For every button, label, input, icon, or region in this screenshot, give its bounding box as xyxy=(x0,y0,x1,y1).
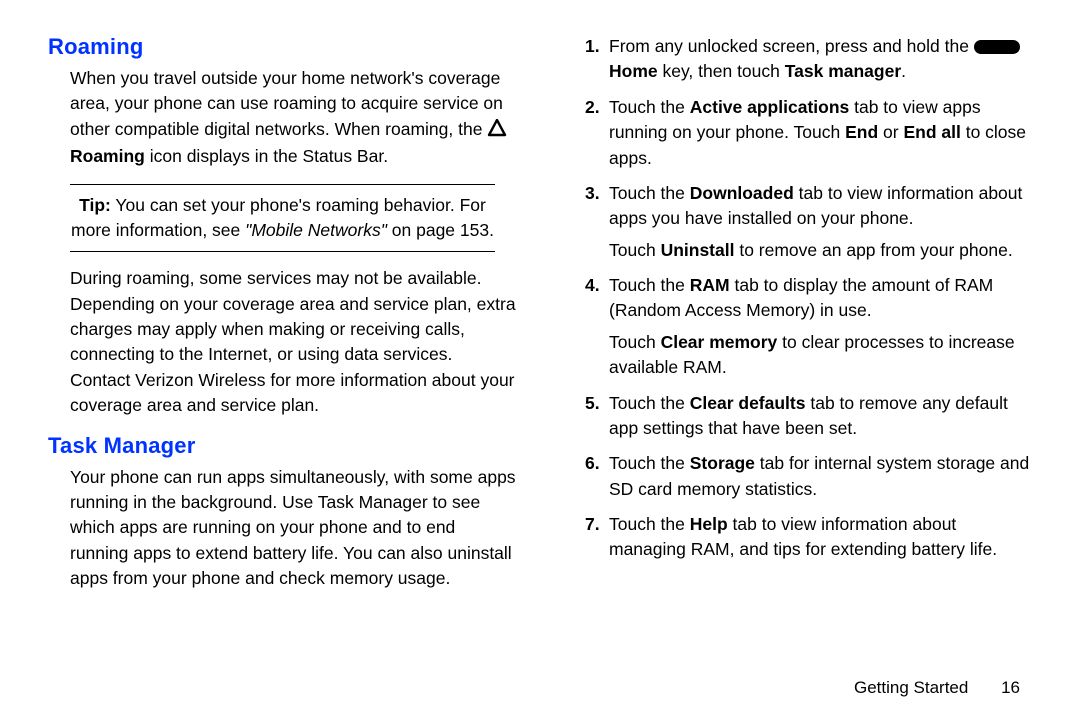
text: Touch xyxy=(609,332,661,352)
step-number: 5. xyxy=(585,391,609,442)
step-number: 4. xyxy=(585,273,609,381)
text: End xyxy=(845,122,878,142)
text: Task manager xyxy=(785,61,901,81)
tip-roaming: Tip: You can set your phone's roaming be… xyxy=(70,184,495,253)
text: icon displays in the Status Bar. xyxy=(145,146,388,166)
text: Touch the xyxy=(609,97,690,117)
text: Touch xyxy=(609,240,661,260)
text: to remove an app from your phone. xyxy=(734,240,1012,260)
step-7: 7. Touch the Help tab to view informatio… xyxy=(585,512,1032,563)
page-footer: Getting Started 16 xyxy=(854,678,1020,698)
text: Clear memory xyxy=(661,332,778,352)
step-6: 6. Touch the Storage tab for internal sy… xyxy=(585,451,1032,502)
text: on page 153. xyxy=(387,220,494,240)
text: Roaming xyxy=(70,146,145,166)
roaming-icon xyxy=(487,119,507,144)
step-number: 3. xyxy=(585,181,609,263)
text: Touch the xyxy=(609,514,690,534)
home-key-icon xyxy=(974,40,1020,54)
text: When you travel outside your home networ… xyxy=(70,68,503,139)
text: Downloaded xyxy=(690,183,794,203)
task-manager-intro: Your phone can run apps simultaneously, … xyxy=(70,465,517,592)
text: Touch the xyxy=(609,183,690,203)
step-4: 4. Touch the RAM tab to display the amou… xyxy=(585,273,1032,381)
text: Touch the xyxy=(609,453,690,473)
text: Touch the xyxy=(609,393,690,413)
step-2: 2. Touch the Active applications tab to … xyxy=(585,95,1032,171)
text: Help xyxy=(690,514,728,534)
text: . xyxy=(901,61,906,81)
cross-ref: "Mobile Networks" xyxy=(245,220,387,240)
step-number: 7. xyxy=(585,512,609,563)
step-1: 1. From any unlocked screen, press and h… xyxy=(585,34,1032,85)
heading-roaming: Roaming xyxy=(48,34,517,60)
text: RAM xyxy=(690,275,730,295)
task-manager-steps: 1. From any unlocked screen, press and h… xyxy=(585,34,1032,563)
text: From any unlocked screen, press and hold… xyxy=(609,36,974,56)
page-number: 16 xyxy=(1001,678,1020,697)
step-number: 6. xyxy=(585,451,609,502)
text: Touch the xyxy=(609,275,690,295)
text: Uninstall xyxy=(661,240,735,260)
text: Home xyxy=(609,61,658,81)
tip-label: Tip: xyxy=(79,195,111,215)
text: key, then touch xyxy=(658,61,785,81)
text: End all xyxy=(903,122,960,142)
step-3: 3. Touch the Downloaded tab to view info… xyxy=(585,181,1032,263)
text: Clear defaults xyxy=(690,393,806,413)
heading-task-manager: Task Manager xyxy=(48,433,517,459)
text: or xyxy=(878,122,903,142)
roaming-details: During roaming, some services may not be… xyxy=(70,266,517,418)
step-5: 5. Touch the Clear defaults tab to remov… xyxy=(585,391,1032,442)
roaming-intro: When you travel outside your home networ… xyxy=(70,66,517,170)
step-number: 2. xyxy=(585,95,609,171)
text: Storage xyxy=(690,453,755,473)
text: Active applications xyxy=(690,97,850,117)
section-name: Getting Started xyxy=(854,678,968,697)
step-number: 1. xyxy=(585,34,609,85)
